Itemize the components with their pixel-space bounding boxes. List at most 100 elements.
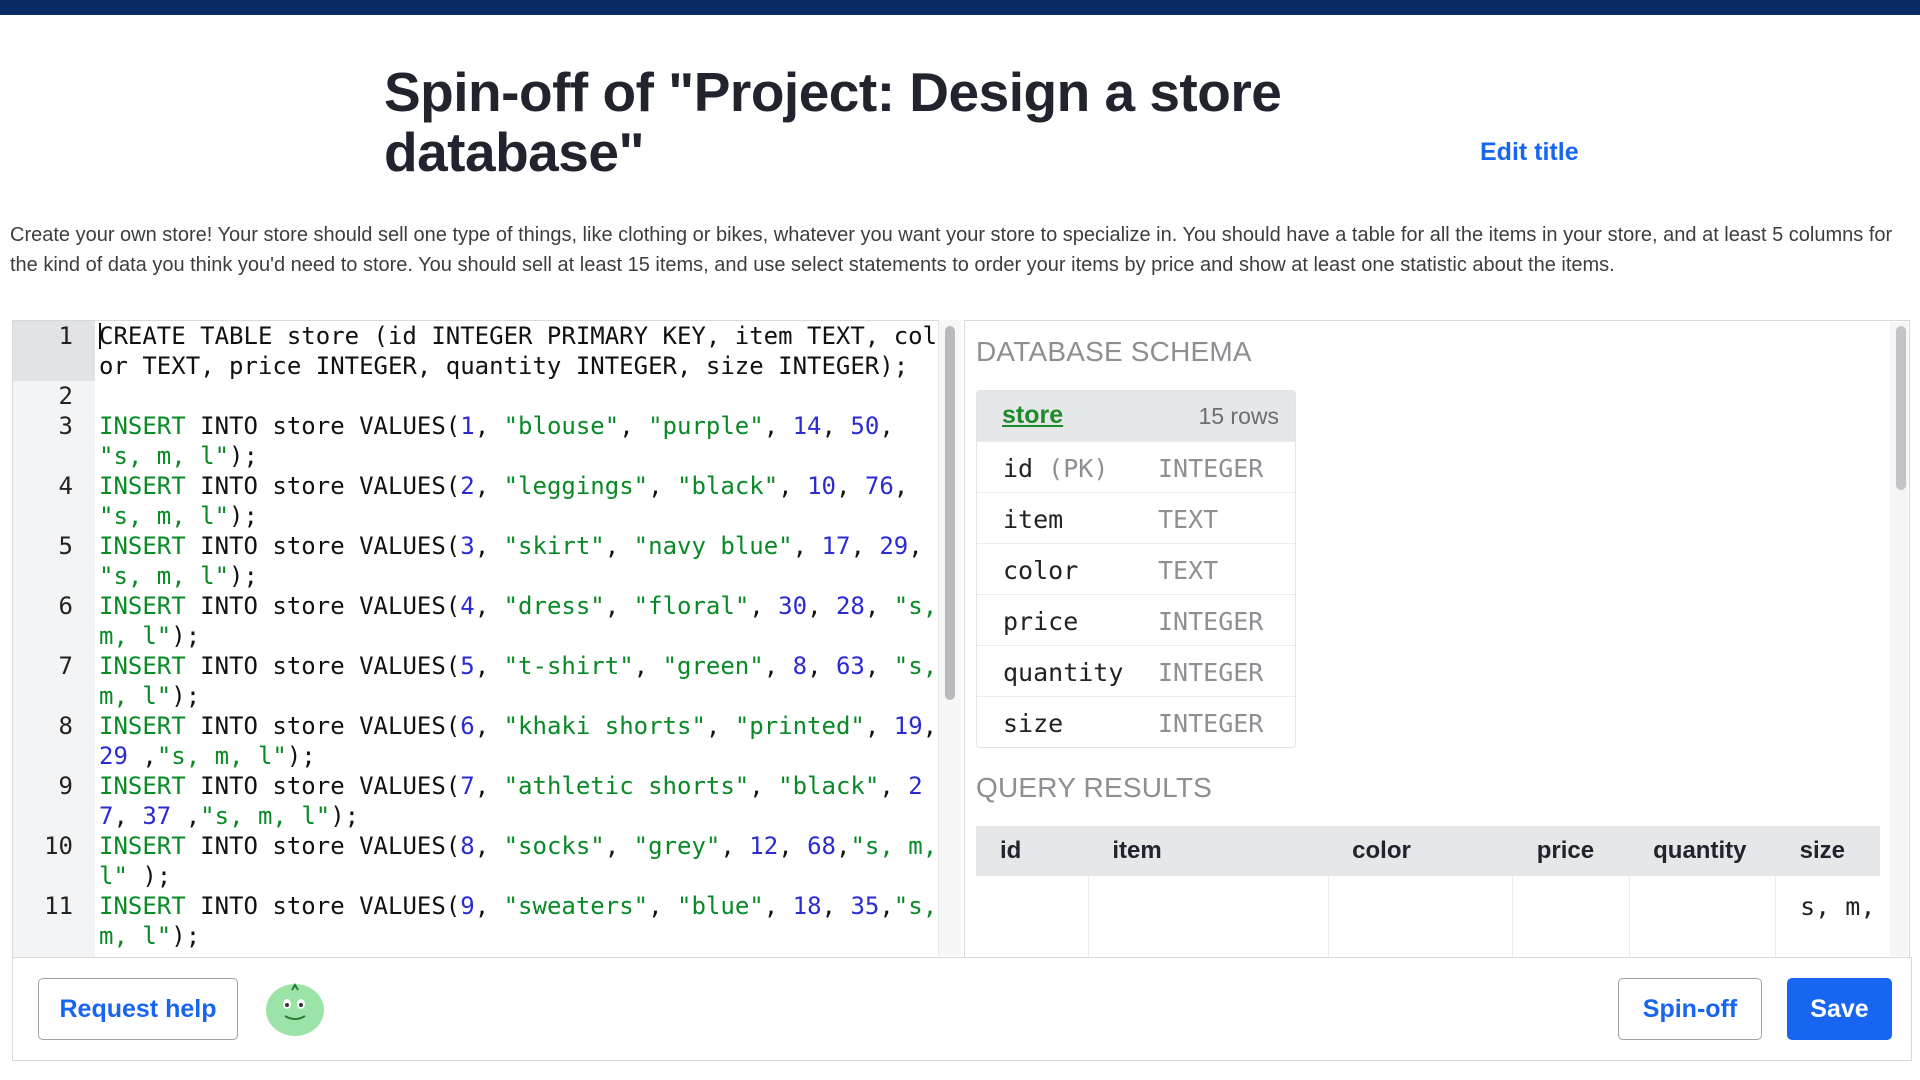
code-token: ,	[850, 532, 880, 560]
column-name-text: item	[1003, 505, 1064, 534]
code-token: ,	[908, 532, 938, 560]
code-token: "s, m, l"	[99, 502, 230, 530]
code-token: ,	[619, 412, 649, 440]
line-number: 6	[58, 592, 73, 620]
code-token: "dress"	[503, 592, 605, 620]
code-token: "green"	[662, 652, 764, 680]
code-token: INSERT	[99, 892, 186, 920]
code-token: 29	[99, 742, 128, 770]
code-token: INTO store VALUES(	[185, 412, 461, 440]
code-token: ,	[864, 712, 894, 740]
code-line[interactable]: 5 INSERT INTO store VALUES(3, "skirt", "n…	[13, 531, 961, 591]
code-token: 6	[460, 712, 475, 740]
code-token: "t-shirt"	[503, 652, 634, 680]
column-name-text: size	[1003, 709, 1064, 738]
code-token: "floral"	[633, 592, 750, 620]
code-token: INTO store VALUES(	[185, 772, 461, 800]
code-token: );	[229, 502, 258, 530]
code-line[interactable]: 11 INSERT INTO store VALUES(9, "sweaters"…	[13, 891, 961, 951]
results-column-header: size	[1775, 826, 1880, 876]
code-token: ,	[171, 802, 201, 830]
code-token: INSERT	[99, 712, 186, 740]
code-token: 68	[807, 832, 836, 860]
code-token: );	[171, 682, 201, 710]
code-token: 50	[850, 412, 880, 440]
code-token: "s, m, l"	[99, 562, 230, 590]
code-token: ,	[604, 832, 634, 860]
code-line[interactable]: 2	[13, 381, 961, 411]
code-token: "s, m, l"	[200, 802, 331, 830]
code-token: 4	[460, 592, 475, 620]
code-token: "s, m, l"	[156, 742, 287, 770]
schema-table-name-link[interactable]: store	[1002, 401, 1063, 430]
schema-row-count: 15 rows	[1198, 403, 1279, 429]
code-token: 30	[778, 592, 808, 620]
page-title: Spin-off of "Project: Design a store dat…	[384, 61, 1282, 183]
edit-title-link[interactable]: Edit title	[1480, 138, 1579, 167]
code-line[interactable]: 7 INSERT INTO store VALUES(5, "t-shirt", …	[13, 651, 961, 711]
results-column-header: id	[976, 826, 1089, 876]
code-token: ,	[879, 412, 909, 440]
code-line[interactable]: 6 INSERT INTO store VALUES(4, "dress", "f…	[13, 591, 961, 651]
column-name-text: color	[1003, 556, 1079, 585]
code-token: ,	[835, 472, 865, 500]
schema-column-row: color TEXT	[977, 543, 1295, 594]
code-token: 8	[460, 832, 475, 860]
code-token: ,	[648, 892, 678, 920]
results-column-header: quantity	[1629, 826, 1776, 876]
code-token: "navy blue"	[633, 532, 793, 560]
code-token: 2	[460, 472, 475, 500]
code-line[interactable]: 4 INSERT INTO store VALUES(2, "leggings",…	[13, 471, 961, 531]
results-scrollbar-thumb[interactable]	[1896, 326, 1906, 490]
line-number: 7	[58, 652, 73, 680]
code-line[interactable]: 3 INSERT INTO store VALUES(1, "blouse", "…	[13, 411, 961, 471]
code-token: 35	[850, 892, 880, 920]
save-button[interactable]: Save	[1787, 978, 1892, 1040]
line-number: 9	[58, 772, 73, 800]
spin-off-button[interactable]: Spin-off	[1618, 978, 1762, 1040]
code-token: INSERT	[99, 592, 186, 620]
code-token: ,	[474, 712, 504, 740]
code-token: 1	[460, 412, 475, 440]
code-token: );	[286, 742, 316, 770]
code-token: ,	[864, 592, 894, 620]
schema-column-name: color	[1003, 556, 1078, 585]
schema-column-name: price	[1003, 607, 1078, 636]
schema-column-type: TEXT	[1158, 556, 1219, 585]
code-token: 19	[893, 712, 923, 740]
code-token: ,	[604, 532, 634, 560]
code-token: "grey"	[633, 832, 721, 860]
results-header-row: id item color price quantity size	[976, 826, 1880, 876]
code-token: 9	[460, 892, 475, 920]
column-name-text: id	[1003, 454, 1034, 483]
code-token: INTO store VALUES(	[185, 532, 461, 560]
editor-scrollbar-thumb[interactable]	[945, 326, 955, 700]
code-token: );	[229, 562, 258, 590]
code-token: ,	[763, 652, 793, 680]
code-token: ,	[792, 532, 822, 560]
code-token: );	[330, 802, 360, 830]
code-line[interactable]: 1 CREATE TABLE store (id INTEGER PRIMARY …	[13, 321, 961, 381]
code-token: INSERT	[99, 532, 186, 560]
code-token: );	[171, 922, 201, 950]
line-number: 8	[58, 712, 73, 740]
code-token: ,	[474, 592, 504, 620]
code-line[interactable]: 10 INSERT INTO store VALUES(8, "socks", "…	[13, 831, 961, 891]
code-token: ,	[864, 652, 894, 680]
code-line[interactable]: 8 INSERT INTO store VALUES(6, "khaki shor…	[13, 711, 961, 771]
line-number: 1	[58, 322, 73, 350]
code-token: ,	[807, 592, 836, 620]
code-line[interactable]: 9 INSERT INTO store VALUES(7, "athletic s…	[13, 771, 961, 831]
code-area[interactable]: 1 CREATE TABLE store (id INTEGER PRIMARY …	[13, 321, 961, 951]
code-token: INSERT	[99, 772, 186, 800]
code-token: ,	[474, 472, 504, 500]
code-token: "khaki shorts"	[503, 712, 706, 740]
code-token: 76	[864, 472, 894, 500]
line-number: 11	[44, 892, 73, 920]
avatar-icon	[266, 983, 324, 1036]
code-token: );	[171, 622, 201, 650]
request-help-button[interactable]: Request help	[38, 978, 238, 1040]
code-editor[interactable]: 1 CREATE TABLE store (id INTEGER PRIMARY …	[12, 320, 961, 958]
column-name-text: quantity	[1003, 658, 1124, 687]
code-token: 18	[792, 892, 822, 920]
